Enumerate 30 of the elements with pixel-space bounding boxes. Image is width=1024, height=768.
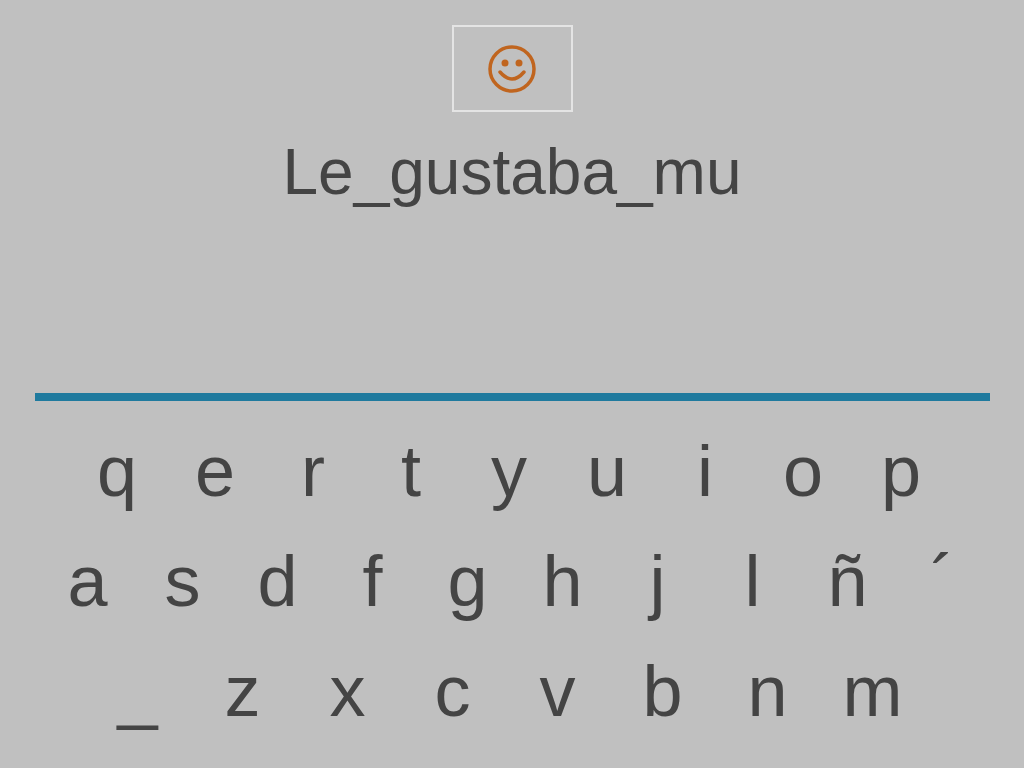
- letter-key[interactable]: x: [295, 649, 400, 733]
- letter-key[interactable]: b: [610, 649, 715, 733]
- letter-key[interactable]: u: [558, 429, 656, 513]
- letter-key[interactable]: d: [230, 539, 325, 623]
- letter-key[interactable]: v: [505, 649, 610, 733]
- letter-key[interactable]: e: [166, 429, 264, 513]
- hint-button[interactable]: [451, 25, 573, 112]
- letter-key[interactable]: j: [610, 539, 705, 623]
- letter-key[interactable]: n: [715, 649, 820, 733]
- letter-key[interactable]: l: [705, 539, 800, 623]
- letter-key[interactable]: h: [515, 539, 610, 623]
- letter-key[interactable]: s: [135, 539, 230, 623]
- letter-key[interactable]: p: [852, 429, 950, 513]
- letter-key[interactable]: i: [656, 429, 754, 513]
- letter-key[interactable]: g: [420, 539, 515, 623]
- letter-key[interactable]: y: [460, 429, 558, 513]
- letter-key[interactable]: r: [264, 429, 362, 513]
- word-text: Le_gustaba_mu: [282, 135, 742, 210]
- letter-key[interactable]: o: [754, 429, 852, 513]
- letter-key[interactable]: c: [400, 649, 505, 733]
- letter-key[interactable]: _: [85, 649, 190, 733]
- letter-key[interactable]: ñ: [800, 539, 895, 623]
- letter-key[interactable]: z: [190, 649, 295, 733]
- letter-key[interactable]: ´: [895, 539, 990, 623]
- letter-key[interactable]: m: [820, 649, 925, 733]
- letter-key[interactable]: t: [362, 429, 460, 513]
- letter-key[interactable]: q: [68, 429, 166, 513]
- letter-key[interactable]: f: [325, 539, 420, 623]
- smiley-icon: [487, 43, 537, 94]
- letter-key[interactable]: a: [40, 539, 135, 623]
